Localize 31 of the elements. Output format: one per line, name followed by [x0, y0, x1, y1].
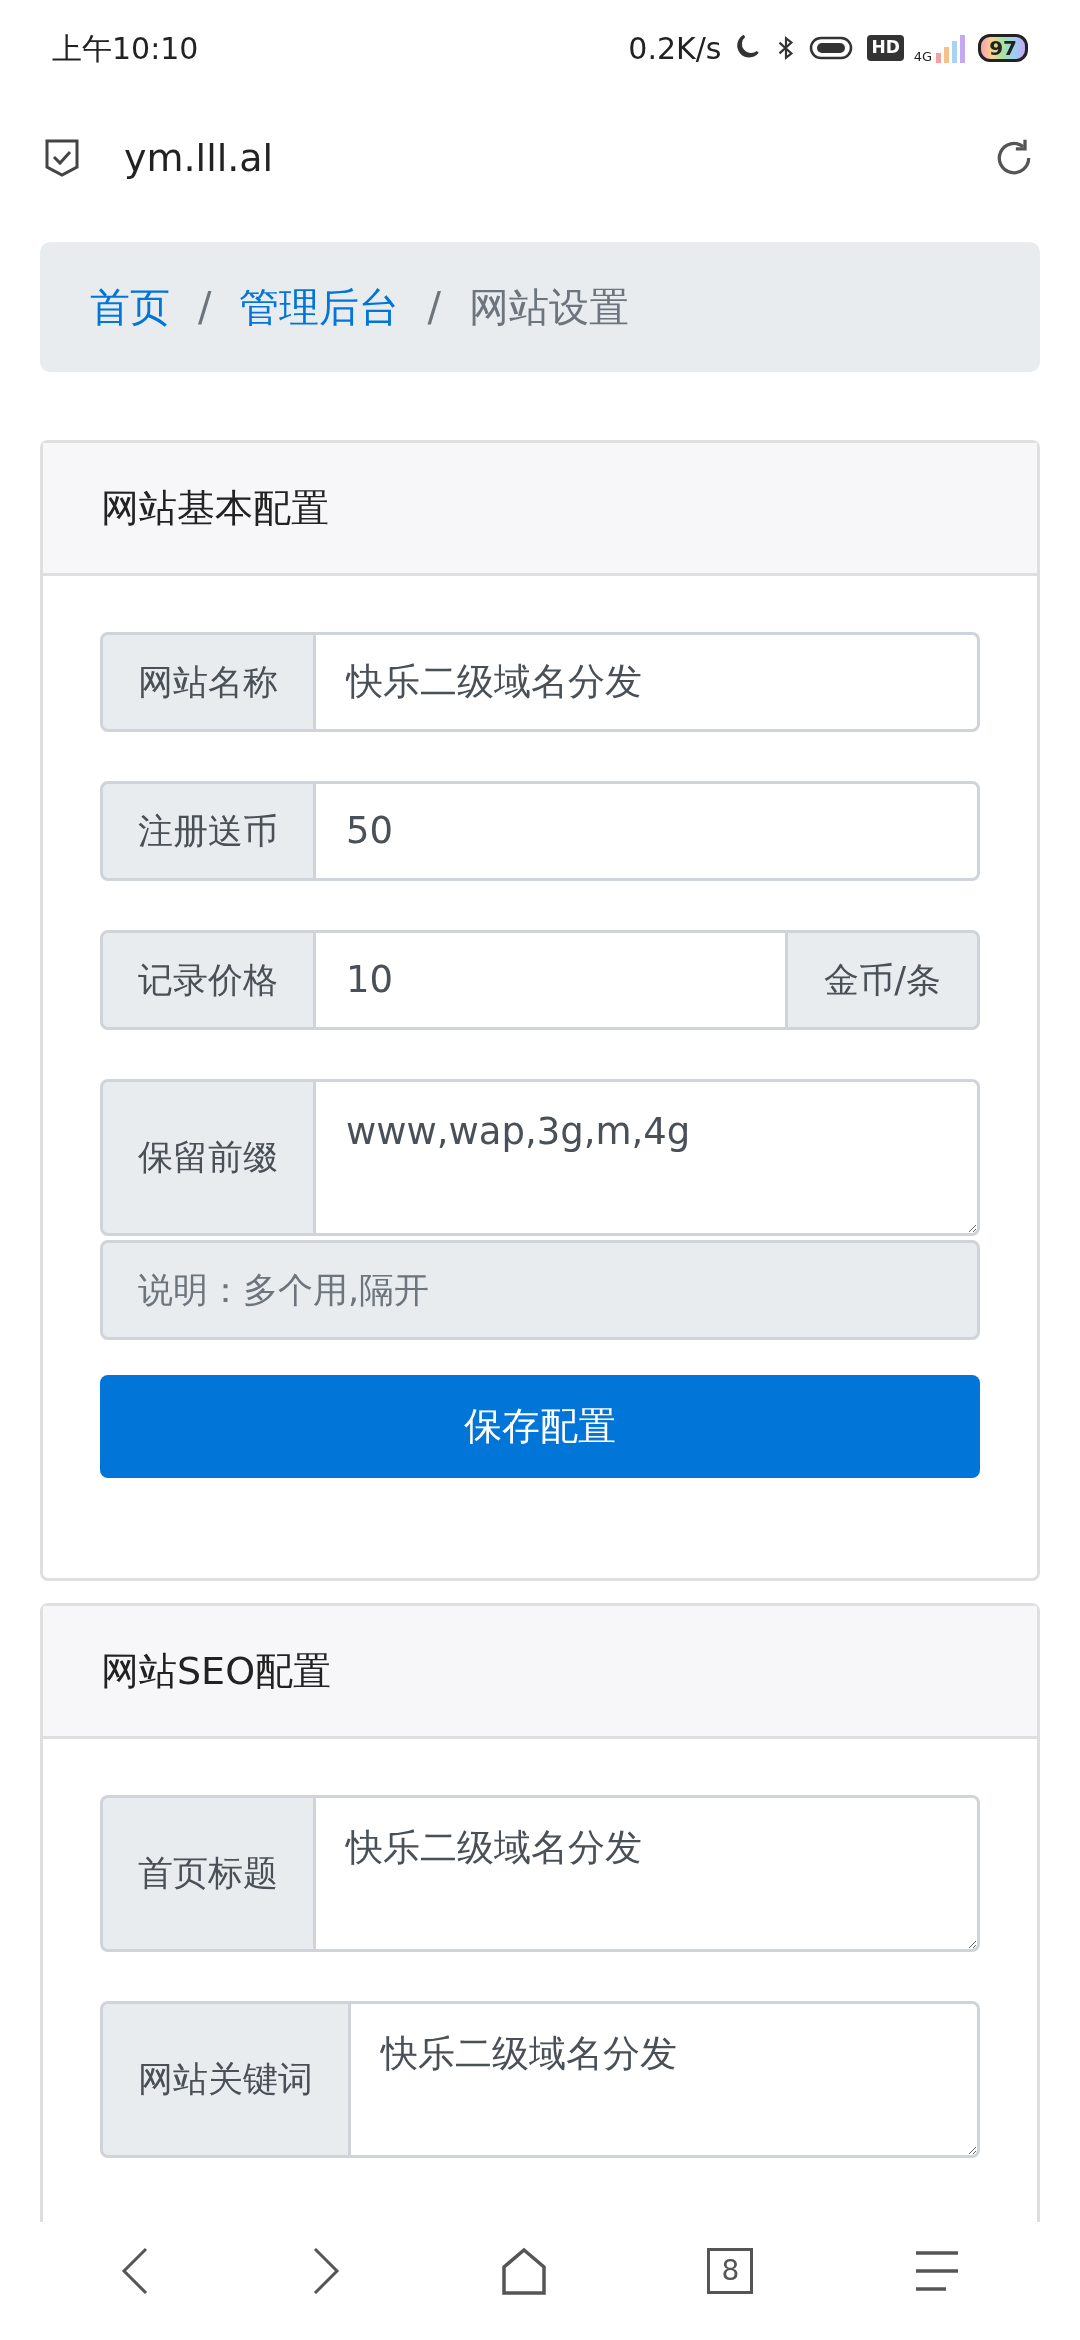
status-time: 上午10:10 [52, 29, 199, 68]
tabs-button[interactable]: 8 [707, 2248, 754, 2294]
card-title: 网站基本配置 [101, 484, 329, 532]
breadcrumb-separator: / [198, 283, 212, 332]
card-title: 网站SEO配置 [101, 1647, 332, 1695]
battery-indicator: 97 [978, 34, 1028, 62]
field-label: 注册送币 [100, 781, 316, 881]
home-icon[interactable] [500, 2247, 547, 2295]
text-area[interactable]: 快乐二级域名分发 [351, 2001, 980, 2158]
breadcrumb-separator: / [427, 283, 441, 332]
help-text: 说明：多个用,隔开 [100, 1240, 980, 1340]
menu-icon[interactable] [913, 2250, 960, 2292]
field-suffix: 金币/条 [788, 930, 980, 1030]
field-label: 网站名称 [100, 632, 316, 732]
breadcrumb-current: 网站设置 [468, 283, 629, 332]
input-field[interactable]: 10 [316, 930, 789, 1030]
breadcrumb-link[interactable]: 首页 [90, 277, 170, 337]
field-label: 保留前缀 [100, 1079, 316, 1236]
input-field[interactable]: 50 [316, 781, 980, 881]
network-speed: 0.2K/s [628, 29, 722, 68]
shield-icon [44, 138, 80, 178]
save-button[interactable]: 保存配置 [100, 1375, 980, 1478]
field-label: 首页标题 [100, 1795, 316, 1952]
url-text[interactable]: ym.lll.al [124, 129, 992, 187]
network-type: 4G [913, 50, 933, 63]
text-area[interactable]: 快乐二级域名分发 [316, 1795, 980, 1952]
breadcrumb-link[interactable]: 管理后台 [239, 277, 400, 337]
hd-badge: HD [867, 35, 904, 61]
field-label: 网站关键词 [100, 2001, 351, 2158]
text-area[interactable]: www,wap,3g,m,4g [316, 1079, 980, 1236]
field-label: 记录价格 [100, 930, 316, 1030]
